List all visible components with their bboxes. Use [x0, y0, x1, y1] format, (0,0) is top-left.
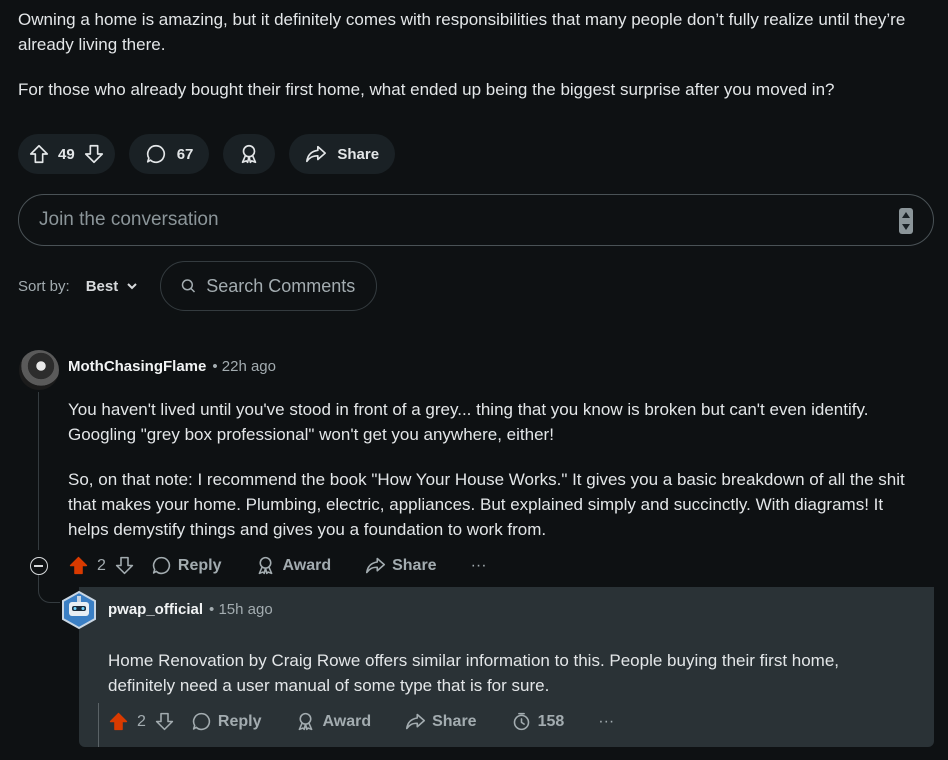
comment-2-header: pwap_official • 15h ago — [108, 601, 273, 618]
search-comments-input[interactable] — [206, 275, 357, 297]
vote-count: 2 — [97, 556, 106, 574]
resize-handle-icon[interactable] — [899, 208, 913, 234]
post-action-bar: 49 67 Share — [18, 134, 396, 174]
post-share-button[interactable]: Share — [289, 134, 396, 174]
award-label: Award — [322, 712, 372, 730]
collapse-icon[interactable] — [30, 557, 48, 575]
downvote-button[interactable] — [114, 555, 135, 576]
post-comments-button[interactable]: 67 — [128, 134, 210, 174]
downvote-button[interactable] — [154, 711, 175, 732]
post-body: Owning a home is amazing, but it definit… — [18, 7, 918, 122]
post-paragraph-2: For those who already bought their first… — [18, 80, 835, 99]
comment-timestamp: • 15h ago — [209, 601, 273, 618]
thread-connector — [38, 575, 60, 603]
comment-1-header: MothChasingFlame • 22h ago — [68, 358, 276, 375]
comment-2-body: Home Renovation by Craig Rowe offers sim… — [108, 648, 908, 718]
more-options-button[interactable]: ··· — [598, 713, 614, 731]
upvote-icon — [109, 712, 128, 731]
award-icon — [259, 556, 273, 575]
reply-button[interactable]: Reply — [191, 711, 262, 732]
join-conversation-input[interactable] — [39, 209, 839, 231]
comment-paragraph: Home Renovation by Craig Rowe offers sim… — [108, 651, 840, 695]
join-conversation-box[interactable] — [18, 194, 934, 246]
upvote-icon[interactable] — [28, 143, 50, 165]
post-comment-count: 67 — [176, 145, 194, 163]
post-award-button[interactable] — [223, 134, 276, 174]
sort-label: Sort by: — [18, 277, 70, 295]
upvote-button[interactable] — [108, 711, 129, 732]
more-icon: ··· — [598, 712, 615, 730]
comment-timestamp: • 22h ago — [212, 358, 276, 375]
post-vote-control: 49 — [18, 134, 115, 174]
award-icon — [242, 144, 257, 164]
avatar[interactable] — [60, 590, 98, 630]
share-label: Share — [432, 712, 477, 730]
comment-1-body: You haven't lived until you've stood in … — [68, 397, 928, 562]
comment-icon — [152, 556, 171, 575]
upvote-button[interactable] — [68, 555, 89, 576]
comment-2-actions: 2 Reply Award Share 158 ··· — [108, 711, 614, 732]
award-button[interactable]: Award — [295, 711, 371, 732]
post-paragraph-1: Owning a home is amazing, but it definit… — [18, 10, 906, 54]
upvote-icon — [69, 556, 88, 575]
thread-line[interactable] — [38, 392, 39, 550]
sort-value: Best — [85, 277, 119, 295]
share-button[interactable]: Share — [365, 555, 437, 576]
award-button[interactable]: Award — [255, 555, 331, 576]
vote-count: 2 — [137, 712, 146, 730]
views-count: 158 — [537, 712, 565, 730]
thread-line[interactable] — [98, 703, 99, 747]
reply-label: Reply — [177, 556, 222, 574]
share-icon — [366, 557, 386, 574]
downvote-icon[interactable] — [83, 143, 105, 165]
post-share-label: Share — [337, 145, 380, 163]
reply-label: Reply — [217, 712, 262, 730]
more-options-button[interactable]: ··· — [471, 557, 487, 575]
comment-paragraph: You haven't lived until you've stood in … — [68, 400, 869, 444]
comment-author[interactable]: MothChasingFlame — [68, 358, 206, 375]
award-icon — [299, 712, 313, 731]
share-label: Share — [392, 556, 437, 574]
views-button[interactable]: 158 — [511, 711, 565, 732]
post-vote-count: 49 — [58, 145, 75, 163]
chevron-down-icon — [127, 283, 137, 290]
search-icon — [181, 279, 196, 293]
share-icon — [406, 713, 426, 730]
reply-button[interactable]: Reply — [151, 555, 222, 576]
more-icon: ··· — [470, 556, 487, 574]
search-comments-box[interactable] — [160, 261, 378, 311]
share-icon — [306, 145, 327, 163]
comment-icon — [146, 144, 165, 164]
award-label: Award — [282, 556, 332, 574]
comment-1-actions: 2 Reply Award Share ··· — [68, 555, 487, 576]
comment-sort-bar: Sort by: Best — [18, 261, 378, 311]
sort-dropdown[interactable]: Best — [86, 278, 139, 295]
comment-icon — [192, 712, 211, 731]
share-button[interactable]: Share — [405, 711, 477, 732]
comment-author[interactable]: pwap_official — [108, 601, 203, 618]
downvote-icon — [115, 556, 134, 575]
views-icon — [513, 712, 529, 731]
downvote-icon — [155, 712, 174, 731]
comment-paragraph: So, on that note: I recommend the book "… — [68, 470, 905, 539]
avatar[interactable] — [19, 350, 59, 390]
